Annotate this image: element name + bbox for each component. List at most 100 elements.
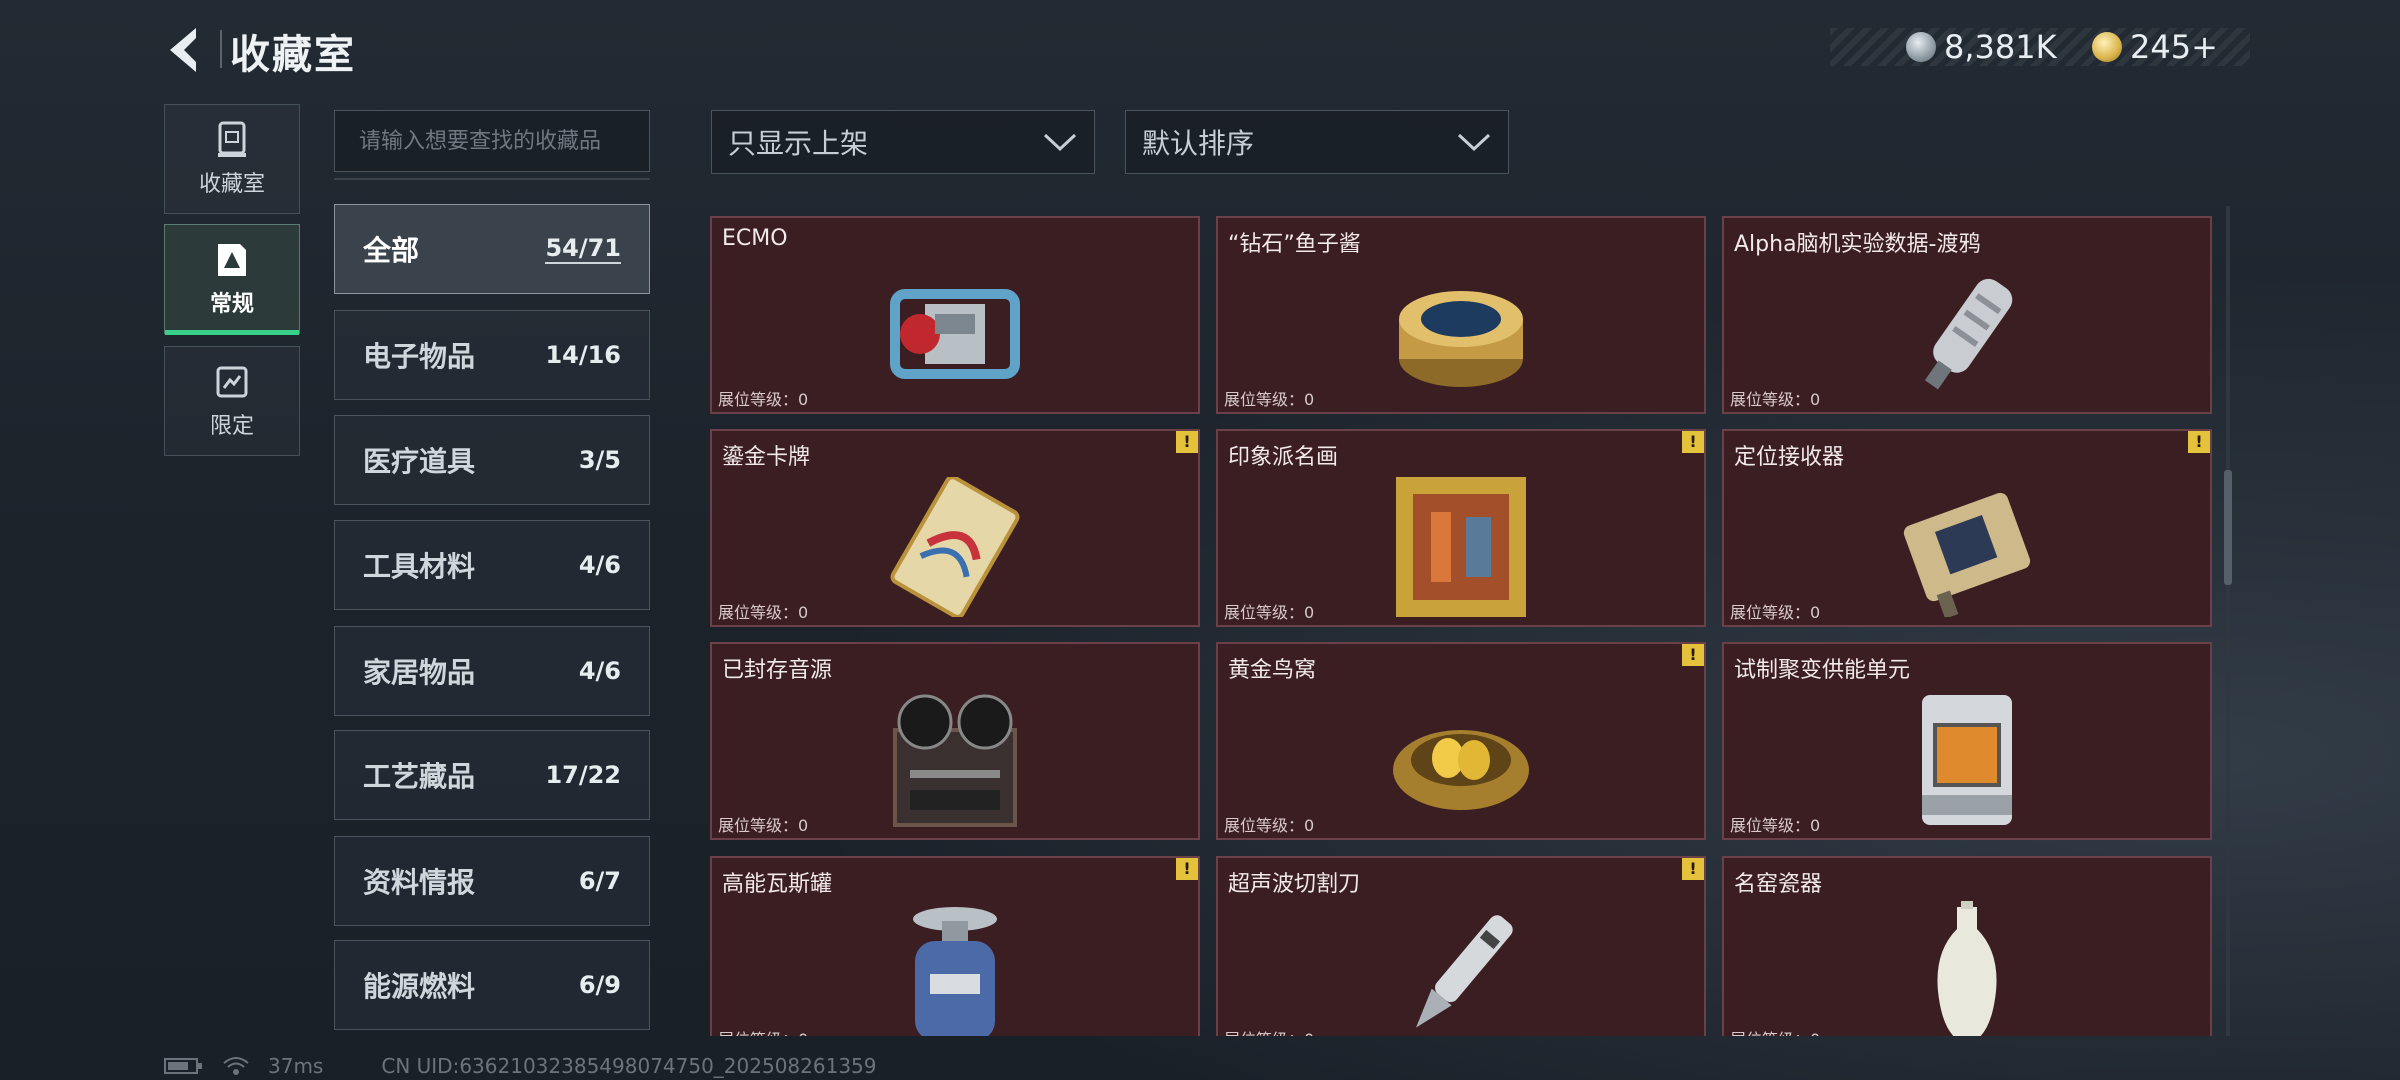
gas-canister-icon <box>913 907 997 1036</box>
category-count: 17/22 <box>545 761 621 789</box>
category-count: 4/6 <box>578 657 621 685</box>
item-name: 印象派名画 <box>1228 445 1339 470</box>
category-intel[interactable]: 资料情报 6/7 <box>334 836 650 926</box>
category-count: 6/9 <box>578 971 621 999</box>
currency-gold: 245+ <box>2092 28 2218 66</box>
search-divider <box>334 178 650 180</box>
status-footer: 37ms CN UID:636210323854980747​50_202508… <box>164 1054 877 1078</box>
fusion-cell-icon <box>1922 695 2012 826</box>
alert-badge: ! <box>1682 431 1704 453</box>
category-medical[interactable]: 医疗道具 3/5 <box>334 415 650 505</box>
display-level: 展位等级：0 <box>1224 1026 1314 1036</box>
ping-value: 37ms <box>268 1054 324 1078</box>
display-level: 展位等级：0 <box>1730 816 1821 835</box>
search-input[interactable] <box>357 127 627 155</box>
search-box[interactable] <box>334 110 650 172</box>
item-card-golden-nest[interactable]: 黄金鸟窝 ! 展位等级：0 <box>1216 642 1706 840</box>
category-tools[interactable]: 工具材料 4/6 <box>334 520 650 610</box>
category-count: 3/5 <box>578 446 621 474</box>
category-name: 能源燃料 <box>363 970 476 1003</box>
category-count: 14/16 <box>545 341 621 369</box>
display-level: 展位等级：0 <box>1730 603 1821 622</box>
back-arrow-icon <box>170 28 196 72</box>
tab-limited[interactable]: 限定 <box>164 346 300 456</box>
item-card-caviar[interactable]: “钻石”鱼子酱 展位等级：0 <box>1216 216 1706 414</box>
tab-label: 常规 <box>209 292 254 317</box>
item-name: 鎏金卡牌 <box>722 445 811 470</box>
category-count: 54/71 <box>545 234 621 264</box>
item-name: “钻石”鱼子酱 <box>1228 232 1361 257</box>
title-separator <box>220 30 222 68</box>
item-name: 高能瓦斯罐 <box>722 872 833 897</box>
item-name: 已封存音源 <box>722 658 833 683</box>
golden-nest-icon <box>1393 730 1529 811</box>
item-card-ecmo[interactable]: ECMO 展位等级：0 <box>710 216 1200 414</box>
reel-recorder-icon <box>893 694 1017 828</box>
category-electronics[interactable]: 电子物品 14/16 <box>334 310 650 400</box>
grid-scrollbar[interactable] <box>2224 470 2232 585</box>
ecmo-machine-icon <box>890 289 1020 380</box>
alert-badge: ! <box>2188 431 2210 453</box>
tab-label: 收藏室 <box>198 172 265 197</box>
display-level: 展位等级：0 <box>1224 816 1315 835</box>
category-count: 4/6 <box>578 551 621 579</box>
display-level: 展位等级：0 <box>1730 1026 1820 1036</box>
tab-regular[interactable]: 常规 <box>164 224 300 335</box>
gold-coin-icon <box>2092 32 2122 62</box>
alert-badge: ! <box>1682 644 1704 666</box>
item-name: 黄金鸟窝 <box>1228 658 1317 683</box>
dropdown-value: 默认排序 <box>1142 127 1255 160</box>
category-all[interactable]: 全部 54/71 <box>334 204 650 294</box>
display-level: 展位等级：0 <box>718 1026 808 1036</box>
item-name: 名窑瓷器 <box>1734 872 1823 897</box>
item-card-alpha-data[interactable]: Alpha脑机实验数据-渡鸦 展位等级：0 <box>1722 216 2212 414</box>
item-name: 超声波切割刀 <box>1228 872 1361 897</box>
chevron-down-icon <box>1457 133 1491 152</box>
item-grid: ECMO 展位等级：0 “钻石”鱼子酱 展位等级：0 Alpha脑机实验数据-渡… <box>710 206 2220 1036</box>
grid-scroll-track <box>2226 206 2230 1036</box>
category-name: 工具材料 <box>363 550 476 583</box>
wifi-icon <box>223 1057 249 1075</box>
silver-amount: 8,381K <box>1944 28 2057 66</box>
item-card-sealed-audio[interactable]: 已封存音源 展位等级：0 <box>710 642 1200 840</box>
item-card-fusion-cell[interactable]: 试制聚变供能单元 展位等级：0 <box>1722 642 2212 840</box>
display-level: 展位等级：0 <box>718 390 809 409</box>
battery-icon <box>164 1058 202 1074</box>
tab-label: 限定 <box>209 414 254 439</box>
item-card-painting[interactable]: 印象派名画 ! 展位等级：0 <box>1216 429 1706 627</box>
uid-text: CN UID:636210323854980747​50_20250826135… <box>381 1054 877 1078</box>
category-name: 电子物品 <box>363 340 476 373</box>
tab-collection-room[interactable]: 收藏室 <box>164 104 300 214</box>
item-name: ECMO <box>722 226 788 251</box>
page-title: 收藏室 <box>230 32 356 78</box>
alert-badge: ! <box>1176 431 1198 453</box>
item-card-gas-canister[interactable]: 高能瓦斯罐 ! 展位等级：0 <box>710 856 1200 1036</box>
category-household[interactable]: 家居物品 4/6 <box>334 626 650 716</box>
item-name: Alpha脑机实验数据-渡鸦 <box>1734 232 1981 257</box>
category-name: 医疗道具 <box>363 445 476 478</box>
category-crafts[interactable]: 工艺藏品 17/22 <box>334 730 650 820</box>
currency-silver: 8,381K <box>1906 28 2057 66</box>
caviar-tin-icon <box>1399 291 1523 388</box>
category-name: 资料情报 <box>363 866 476 899</box>
item-name: 试制聚变供能单元 <box>1734 658 1911 683</box>
category-name: 工艺藏品 <box>363 760 476 793</box>
item-card-gilded-card[interactable]: 鎏金卡牌 ! 展位等级：0 <box>710 429 1200 627</box>
framed-painting-icon <box>1396 477 1526 618</box>
sort-dropdown[interactable]: 默认排序 <box>1125 110 1509 174</box>
silver-coin-icon <box>1906 32 1936 62</box>
listed-filter-dropdown[interactable]: 只显示上架 <box>711 110 1095 174</box>
item-card-porcelain[interactable]: 名窑瓷器 展位等级：0 <box>1722 856 2212 1036</box>
item-card-ultrasonic-knife[interactable]: 超声波切割刀 ! 展位等级：0 <box>1216 856 1706 1036</box>
back-button[interactable] <box>162 22 206 78</box>
gilded-card-icon <box>890 477 1020 618</box>
display-level: 展位等级：0 <box>1730 390 1821 409</box>
regular-icon <box>218 244 246 276</box>
gold-amount: 245+ <box>2130 28 2218 66</box>
ultrasonic-knife-icon <box>1416 915 1513 1029</box>
display-level: 展位等级：0 <box>718 816 809 835</box>
item-card-locator[interactable]: 定位接收器 ! 展位等级：0 <box>1722 429 2212 627</box>
category-energy[interactable]: 能源燃料 6/9 <box>334 940 650 1030</box>
category-count: 6/7 <box>578 867 621 895</box>
display-level: 展位等级：0 <box>1224 390 1315 409</box>
